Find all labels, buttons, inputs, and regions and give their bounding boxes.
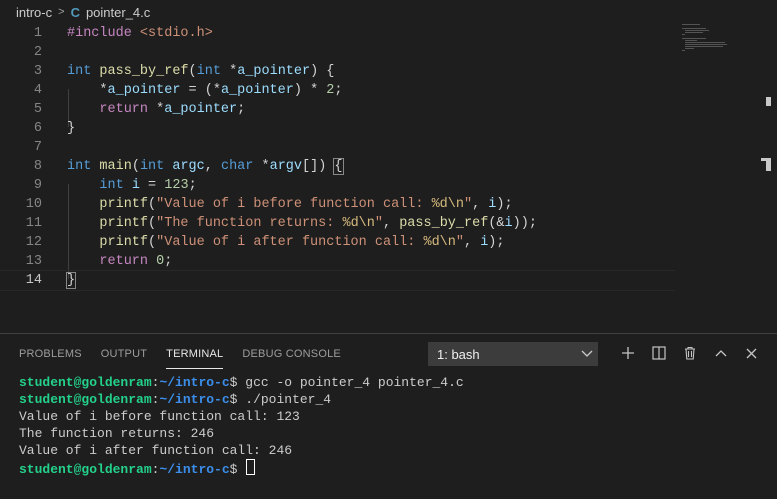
line-number: 11: [25, 216, 42, 231]
code-line[interactable]: 12 printf("Value of i after function cal…: [0, 233, 675, 252]
trash-icon[interactable]: [674, 341, 705, 365]
terminal-line: student@goldenram:~/intro-c$ ./pointer_4: [19, 392, 332, 407]
line-content: int main(int argc, char *argv[]) {: [67, 158, 344, 175]
tab-problems[interactable]: PROBLEMS: [19, 338, 82, 368]
terminal-select-value: 1: bash: [437, 346, 480, 362]
plus-icon[interactable]: [612, 341, 643, 365]
line-number: 10: [25, 197, 42, 212]
line-number: 2: [33, 45, 42, 60]
line-number: 9: [33, 178, 42, 193]
code-line[interactable]: 6}: [0, 119, 675, 138]
chevron-right-icon: >: [58, 6, 65, 18]
c-file-icon: C: [70, 4, 80, 20]
chevron-up-icon[interactable]: [705, 341, 736, 365]
line-content: return *a_pointer;: [99, 102, 246, 117]
tab-output[interactable]: OUTPUT: [101, 338, 147, 368]
line-number: 1: [33, 26, 42, 41]
terminal-output[interactable]: student@goldenram:~/intro-c$ gcc -o poin…: [19, 374, 464, 478]
terminal-line: student@goldenram:~/intro-c$: [19, 459, 464, 478]
terminal-select[interactable]: 1: bash: [428, 342, 598, 366]
panel-actions: [612, 341, 767, 365]
line-content: #include <stdio.h>: [67, 26, 213, 41]
line-content: int pass_by_ref(int *a_pointer) {: [67, 64, 335, 79]
code-line[interactable]: 9 int i = 123;: [0, 176, 675, 195]
line-number: 12: [25, 235, 42, 250]
code-line[interactable]: 10 printf("Value of i before function ca…: [0, 195, 675, 214]
code-editor[interactable]: 1 #include <stdio.h> 2 3 int pass_by_ref(i…: [0, 24, 777, 332]
scrollbar-marker: [766, 97, 771, 106]
line-content: return 0;: [99, 254, 173, 269]
split-icon[interactable]: [643, 341, 674, 365]
line-content: }: [65, 272, 77, 289]
code-line[interactable]: 11 printf("The function returns: %d\n", …: [0, 214, 675, 233]
line-number: 6: [33, 121, 42, 136]
chevron-down-icon: [577, 350, 597, 358]
code-line[interactable]: 7: [0, 138, 675, 157]
code-line[interactable]: 4 *a_pointer = (*a_pointer) * 2;: [0, 81, 675, 100]
terminal-line: Value of i after function call: 246: [19, 443, 293, 458]
code-line[interactable]: 2: [0, 43, 675, 62]
line-number: 14: [25, 273, 42, 288]
line-content: printf("The function returns: %d\n", pas…: [99, 216, 537, 231]
line-content: int i = 123;: [99, 178, 197, 193]
breadcrumb-folder[interactable]: intro-c: [0, 5, 52, 20]
terminal-cursor: [246, 459, 256, 475]
line-number: 5: [33, 102, 42, 117]
code-line[interactable]: 3 int pass_by_ref(int *a_pointer) {: [0, 62, 675, 81]
scrollbar-marker: [766, 158, 771, 171]
terminal-line: The function returns: 246: [19, 426, 215, 441]
code-line[interactable]: 1 #include <stdio.h>: [0, 24, 675, 43]
line-content: printf("Value of i after function call: …: [99, 235, 505, 250]
line-number: 8: [33, 159, 42, 174]
line-content: *a_pointer = (*a_pointer) * 2;: [67, 83, 343, 98]
line-number: 7: [33, 140, 42, 155]
breadcrumb-file[interactable]: pointer_4.c: [86, 5, 150, 20]
tab-terminal[interactable]: TERMINAL: [166, 338, 224, 369]
panel-tabs: PROBLEMS OUTPUT TERMINAL DEBUG CONSOLE: [0, 334, 341, 372]
line-content: printf("Value of i before function call:…: [99, 197, 513, 212]
code-line[interactable]: 13 return 0;: [0, 252, 675, 271]
code-line[interactable]: 5 return *a_pointer;: [0, 100, 675, 119]
close-icon[interactable]: [736, 341, 767, 365]
terminal-line: Value of i before function call: 123: [19, 409, 300, 424]
line-number: 13: [25, 254, 42, 269]
tab-debug-console[interactable]: DEBUG CONSOLE: [242, 338, 341, 368]
terminal-line: student@goldenram:~/intro-c$ gcc -o poin…: [19, 375, 464, 390]
bottom-panel: PROBLEMS OUTPUT TERMINAL DEBUG CONSOLE 1…: [0, 333, 777, 499]
line-number: 3: [33, 64, 42, 79]
minimap[interactable]: [676, 24, 760, 84]
breadcrumb: intro-c > C pointer_4.c: [0, 0, 777, 24]
line-content: }: [67, 121, 76, 136]
line-number: 4: [33, 83, 42, 98]
code-line-current[interactable]: 14}: [0, 270, 675, 291]
code-line[interactable]: 8 int main(int argc, char *argv[]) {: [0, 157, 675, 176]
